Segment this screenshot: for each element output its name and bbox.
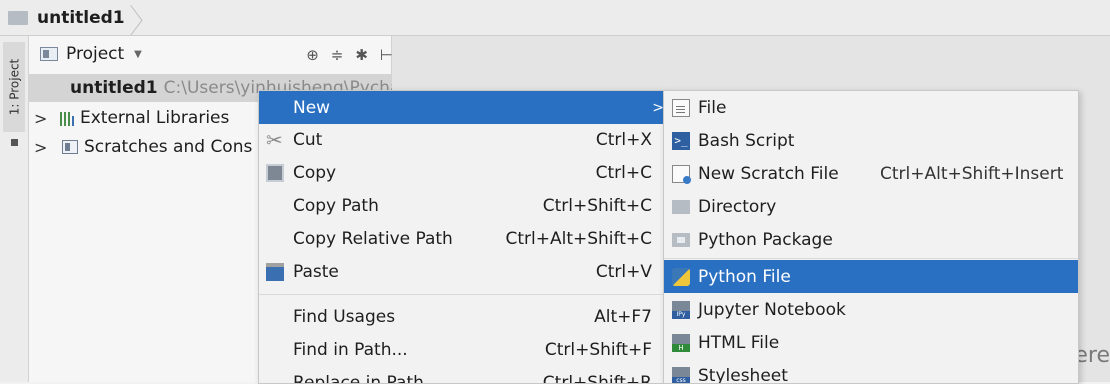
submenu-item-directory[interactable]: Directory (664, 190, 1078, 223)
menu-item-label: Copy (293, 163, 336, 183)
tree-item-label: External Libraries (80, 108, 229, 128)
submenu-item-shortcut: Ctrl+Alt+Shift+Insert (880, 164, 1063, 184)
scratches-icon (62, 140, 78, 154)
python-file-icon (672, 268, 690, 286)
menu-item-new[interactable]: New > (259, 91, 664, 124)
submenu-item-python-file[interactable]: Python File (664, 260, 1078, 293)
menu-separator (259, 294, 664, 295)
submenu-item-label: Python Package (698, 230, 833, 250)
project-view-icon (40, 47, 58, 61)
project-panel-header: Project ▼ ⊕ ≑ ✱ ⊢ (29, 36, 391, 72)
menu-item-label: Copy Relative Path (293, 229, 453, 249)
package-icon (672, 233, 690, 247)
jupyter-notebook-icon (672, 301, 690, 319)
submenu-item-new-scratch-file[interactable]: New Scratch File Ctrl+Alt+Shift+Insert (664, 157, 1078, 190)
submenu-item-bash-script[interactable]: >_ Bash Script (664, 124, 1078, 157)
submenu-item-label: Stylesheet (698, 366, 788, 384)
gear-icon[interactable]: ✱ (355, 46, 368, 64)
submenu-item-file[interactable]: File (664, 91, 1078, 124)
menu-item-copy-relative-path[interactable]: Copy Relative Path Ctrl+Alt+Shift+C (259, 222, 664, 255)
submenu-item-label: New Scratch File (698, 164, 839, 184)
menu-item-shortcut: Ctrl+V (596, 262, 652, 282)
css-file-icon (672, 367, 690, 384)
menu-item-find-in-path[interactable]: Find in Path... Ctrl+Shift+F (259, 333, 664, 366)
submenu-item-label: Directory (698, 197, 776, 217)
menu-item-shortcut: Ctrl+Shift+F (545, 340, 652, 360)
menu-item-copy[interactable]: Copy Ctrl+C (259, 156, 664, 189)
folder-icon (672, 200, 690, 214)
menu-item-cut[interactable]: ✂ Cut Ctrl+X (259, 123, 664, 156)
chevron-right-icon[interactable]: > (34, 138, 47, 157)
locate-icon[interactable]: ⊕ (306, 46, 319, 64)
menu-item-label: Find in Path... (293, 340, 408, 360)
menu-item-label: Replace in Path... (293, 373, 440, 384)
menu-item-label: Find Usages (293, 307, 395, 327)
submenu-item-html-file[interactable]: HTML File (664, 326, 1078, 359)
context-menu: New > ✂ Cut Ctrl+X Copy Ctrl+C Copy Path… (258, 90, 665, 384)
menu-item-paste[interactable]: Paste Ctrl+V (259, 255, 664, 288)
bash-script-icon: >_ (672, 132, 690, 150)
menu-item-shortcut: Ctrl+Alt+Shift+C (505, 229, 652, 249)
breadcrumb: untitled1 (0, 0, 1110, 36)
menu-item-label: Cut (293, 130, 322, 150)
structure-tool-icon[interactable] (11, 139, 18, 146)
folder-icon (8, 11, 28, 25)
project-tool-tab-label: 1: Project (7, 59, 21, 116)
scissors-icon: ✂ (266, 131, 284, 149)
scratch-file-icon (672, 165, 690, 183)
tool-window-strip: 1: Project (0, 36, 29, 382)
tree-item-label: Scratches and Cons (84, 137, 252, 157)
submenu-item-label: File (698, 98, 726, 118)
copy-icon (266, 164, 284, 182)
file-icon (672, 99, 690, 117)
menu-item-shortcut: Ctrl+X (596, 130, 652, 150)
menu-item-find-usages[interactable]: Find Usages Alt+F7 (259, 300, 664, 333)
submenu-item-label: Jupyter Notebook (698, 300, 846, 320)
breadcrumb-separator-icon (131, 1, 143, 34)
menu-item-shortcut: Alt+F7 (594, 307, 652, 327)
menu-item-shortcut: Ctrl+C (596, 163, 652, 183)
libraries-icon (60, 110, 74, 126)
html-file-icon (672, 334, 690, 352)
chevron-down-icon[interactable]: ▼ (134, 49, 142, 60)
paste-icon (266, 263, 284, 281)
submenu-item-label: Python File (698, 267, 791, 287)
submenu-item-label: Bash Script (698, 131, 794, 151)
new-submenu: File >_ Bash Script New Scratch File Ctr… (663, 90, 1079, 384)
chevron-right-icon[interactable]: > (34, 109, 47, 128)
menu-item-shortcut: Ctrl+Shift+C (543, 196, 652, 216)
project-panel-toolbar: ⊕ ≑ ✱ ⊢ (306, 46, 393, 64)
breadcrumb-project[interactable]: untitled1 (37, 8, 125, 28)
menu-item-copy-path[interactable]: Copy Path Ctrl+Shift+C (259, 189, 664, 222)
project-tool-tab[interactable]: 1: Project (3, 42, 25, 132)
menu-item-label: Copy Path (293, 196, 379, 216)
submenu-item-jupyter-notebook[interactable]: Jupyter Notebook (664, 293, 1078, 326)
submenu-item-python-package[interactable]: Python Package (664, 223, 1078, 256)
menu-item-label: Paste (293, 262, 339, 282)
tree-item-label: untitled1 (70, 78, 158, 98)
menu-separator (664, 258, 1078, 259)
menu-item-label: New (293, 98, 330, 118)
collapse-all-icon[interactable]: ≑ (331, 46, 344, 64)
menu-item-replace-in-path[interactable]: Replace in Path... Ctrl+Shift+R (259, 366, 664, 384)
menu-item-shortcut: Ctrl+Shift+R (543, 373, 652, 384)
editor-hint-text: ere (1074, 343, 1110, 368)
submenu-item-stylesheet[interactable]: Stylesheet (664, 359, 1078, 384)
project-view-selector[interactable]: Project (66, 44, 124, 64)
submenu-item-label: HTML File (698, 333, 779, 353)
